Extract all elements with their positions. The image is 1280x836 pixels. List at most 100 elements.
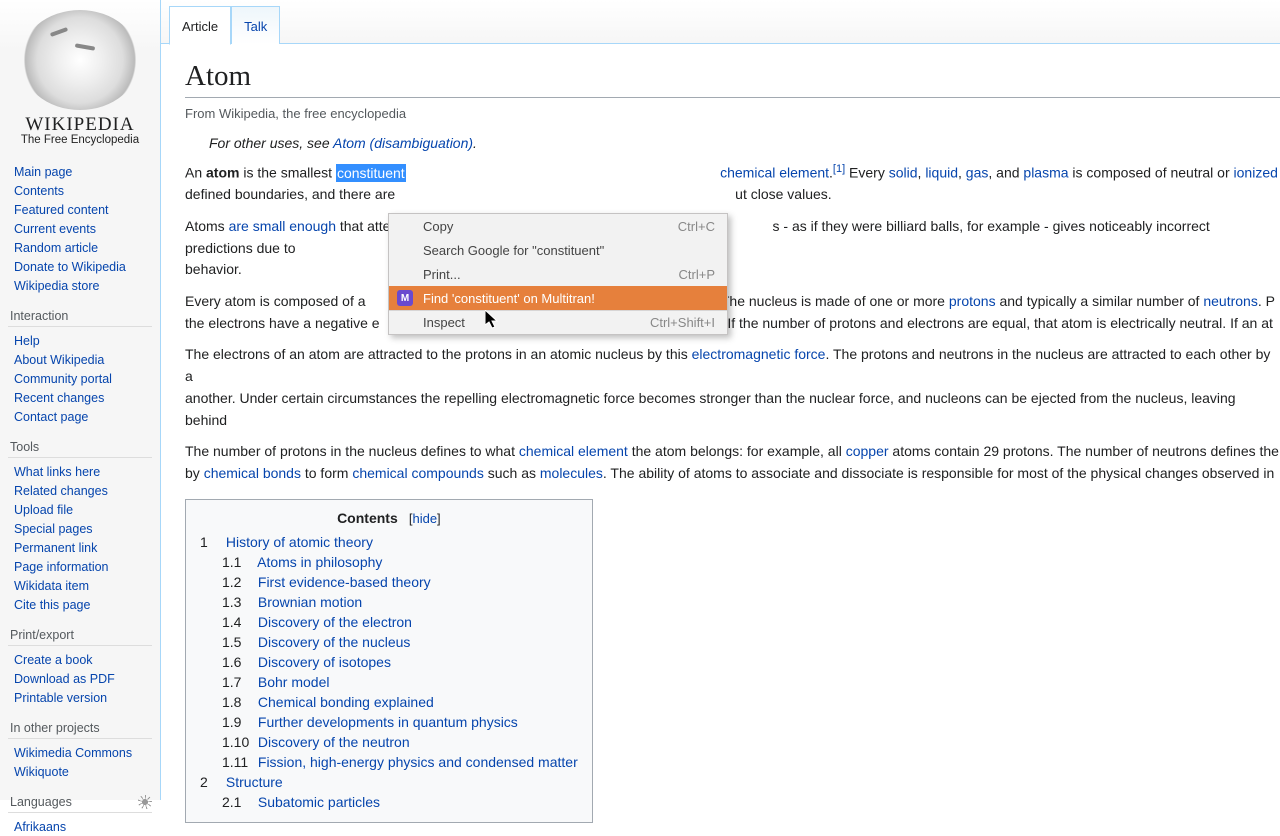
nav-main: Main page Contents Featured content Curr… (14, 162, 152, 295)
tab-talk[interactable]: Talk (231, 6, 280, 44)
logo-globe-icon (20, 10, 140, 110)
link-chem-element-2[interactable]: chemical element (519, 443, 628, 459)
toc-link[interactable]: 1.11 Fission, high-energy physics and co… (222, 754, 578, 770)
lang-afrikaans[interactable]: Afrikaans (14, 820, 66, 834)
toc-item: 1.6 Discovery of isotopes (222, 652, 578, 672)
cm-search-google[interactable]: Search Google for "constituent" (389, 238, 727, 262)
nav-upload[interactable]: Upload file (14, 503, 73, 517)
reference-1[interactable]: [1] (833, 163, 845, 175)
nav-random[interactable]: Random article (14, 241, 98, 255)
toc-link[interactable]: 1.3 Brownian motion (222, 594, 362, 610)
nav-wikiquote[interactable]: Wikiquote (14, 765, 69, 779)
logo[interactable]: WIKIPEDIA The Free Encyclopedia (8, 10, 152, 146)
selected-text[interactable]: constituent (336, 164, 406, 182)
nav-current-events[interactable]: Current events (14, 222, 96, 236)
nav-pageinfo[interactable]: Page information (14, 560, 109, 574)
nav-print: Create a book Download as PDF Printable … (14, 650, 152, 707)
portal-languages-label: Languages (10, 795, 72, 809)
link-protons[interactable]: protons (949, 293, 996, 309)
site-sub: From Wikipedia, the free encyclopedia (185, 106, 1280, 121)
nav-about[interactable]: About Wikipedia (14, 353, 104, 367)
cm-inspect-shortcut: Ctrl+Shift+I (650, 315, 715, 330)
sidebar: WIKIPEDIA The Free Encyclopedia Main pag… (0, 0, 160, 800)
nav-donate[interactable]: Donate to Wikipedia (14, 260, 126, 274)
nav-projects: Wikimedia Commons Wikiquote (14, 743, 152, 781)
nav-create-book[interactable]: Create a book (14, 653, 93, 667)
logo-tagline: The Free Encyclopedia (8, 134, 152, 146)
nav-contents[interactable]: Contents (14, 184, 64, 198)
nav-cite[interactable]: Cite this page (14, 598, 90, 612)
toc-link[interactable]: 1.7 Bohr model (222, 674, 329, 690)
toc-title: Contents [hide] (200, 510, 578, 526)
toc-link[interactable]: 1.1 Atoms in philosophy (222, 554, 382, 570)
link-chem-bonds[interactable]: chemical bonds (204, 465, 301, 481)
toc-item: 1.11 Fission, high-energy physics and co… (222, 752, 578, 772)
nav-printable[interactable]: Printable version (14, 691, 107, 705)
paragraph-4: The electrons of an atom are attracted t… (185, 344, 1280, 431)
multitran-icon: M (397, 290, 413, 306)
toc-link[interactable]: 1.2 First evidence-based theory (222, 574, 431, 590)
nav-related[interactable]: Related changes (14, 484, 108, 498)
nav-recent-changes[interactable]: Recent changes (14, 391, 104, 405)
toc-item: 1.8 Chemical bonding explained (222, 692, 578, 712)
toc-item: 1.4 Discovery of the electron (222, 612, 578, 632)
gear-icon[interactable] (138, 795, 152, 809)
nav-special[interactable]: Special pages (14, 522, 93, 536)
nav-featured[interactable]: Featured content (14, 203, 109, 217)
toc-link[interactable]: 1.4 Discovery of the electron (222, 614, 412, 630)
toc-item: 1.1 Atoms in philosophy (222, 552, 578, 572)
link-chem-compounds[interactable]: chemical compounds (352, 465, 484, 481)
toc-item: 2 Structure (200, 772, 578, 792)
toc-link[interactable]: 1.8 Chemical bonding explained (222, 694, 434, 710)
toc-item: 1 History of atomic theory (200, 532, 578, 552)
cm-copy-shortcut: Ctrl+C (678, 219, 715, 234)
cm-inspect[interactable]: Inspect Ctrl+Shift+I (389, 310, 727, 334)
link-neutrons[interactable]: neutrons (1203, 293, 1257, 309)
table-of-contents: Contents [hide] 1 History of atomic theo… (185, 499, 593, 823)
nav-main-page[interactable]: Main page (14, 165, 72, 179)
link-solid[interactable]: solid (889, 165, 918, 181)
nav-languages: Afrikaans (14, 817, 152, 836)
toc-item: 1.5 Discovery of the nucleus (222, 632, 578, 652)
nav-store[interactable]: Wikipedia store (14, 279, 99, 293)
toc-link[interactable]: 2.1 Subatomic particles (222, 794, 380, 810)
nav-help[interactable]: Help (14, 334, 40, 348)
paragraph-3: Every atom is composed of a n The nucleu… (185, 291, 1280, 334)
nav-community[interactable]: Community portal (14, 372, 112, 386)
nav-download-pdf[interactable]: Download as PDF (14, 672, 115, 686)
page-title: Atom (185, 60, 1280, 98)
hatnote: For other uses, see Atom (disambiguation… (185, 135, 1280, 151)
link-chem-element[interactable]: chemical element (720, 165, 829, 181)
cm-multitran[interactable]: M Find 'constituent' on Multitran! (389, 286, 727, 310)
link-copper[interactable]: copper (846, 443, 889, 459)
tab-article[interactable]: Article (169, 6, 231, 45)
toc-link[interactable]: 1.9 Further developments in quantum phys… (222, 714, 518, 730)
link-molecules[interactable]: molecules (540, 465, 603, 481)
nav-wikidata[interactable]: Wikidata item (14, 579, 89, 593)
link-liquid[interactable]: liquid (925, 165, 958, 181)
toc-link[interactable]: 1.6 Discovery of isotopes (222, 654, 391, 670)
article-body: Atom From Wikipedia, the free encycloped… (161, 44, 1280, 823)
cm-print[interactable]: Print... Ctrl+P (389, 262, 727, 286)
nav-contact[interactable]: Contact page (14, 410, 88, 424)
toc-item: 1.10 Discovery of the neutron (222, 732, 578, 752)
link-ionized[interactable]: ionized (1234, 165, 1278, 181)
link-gas[interactable]: gas (966, 165, 989, 181)
toc-toggle[interactable]: hide (412, 511, 437, 526)
hatnote-link[interactable]: Atom (disambiguation) (333, 135, 473, 151)
portal-print: Print/export (8, 622, 152, 646)
toc-item: 1.3 Brownian motion (222, 592, 578, 612)
link-small-enough[interactable]: are small enough (229, 218, 336, 234)
toc-link[interactable]: 1.10 Discovery of the neutron (222, 734, 410, 750)
toc-link[interactable]: 1 History of atomic theory (200, 534, 373, 550)
link-em-force[interactable]: electromagnetic force (692, 346, 826, 362)
portal-interaction: Interaction (8, 303, 152, 327)
toc-link[interactable]: 2 Structure (200, 774, 283, 790)
toc-link[interactable]: 1.5 Discovery of the nucleus (222, 634, 410, 650)
page-tabs: Article Talk (161, 0, 1280, 44)
link-plasma[interactable]: plasma (1023, 165, 1068, 181)
nav-whatlinks[interactable]: What links here (14, 465, 100, 479)
nav-permalink[interactable]: Permanent link (14, 541, 97, 555)
cm-copy[interactable]: Copy Ctrl+C (389, 214, 727, 238)
nav-commons[interactable]: Wikimedia Commons (14, 746, 132, 760)
